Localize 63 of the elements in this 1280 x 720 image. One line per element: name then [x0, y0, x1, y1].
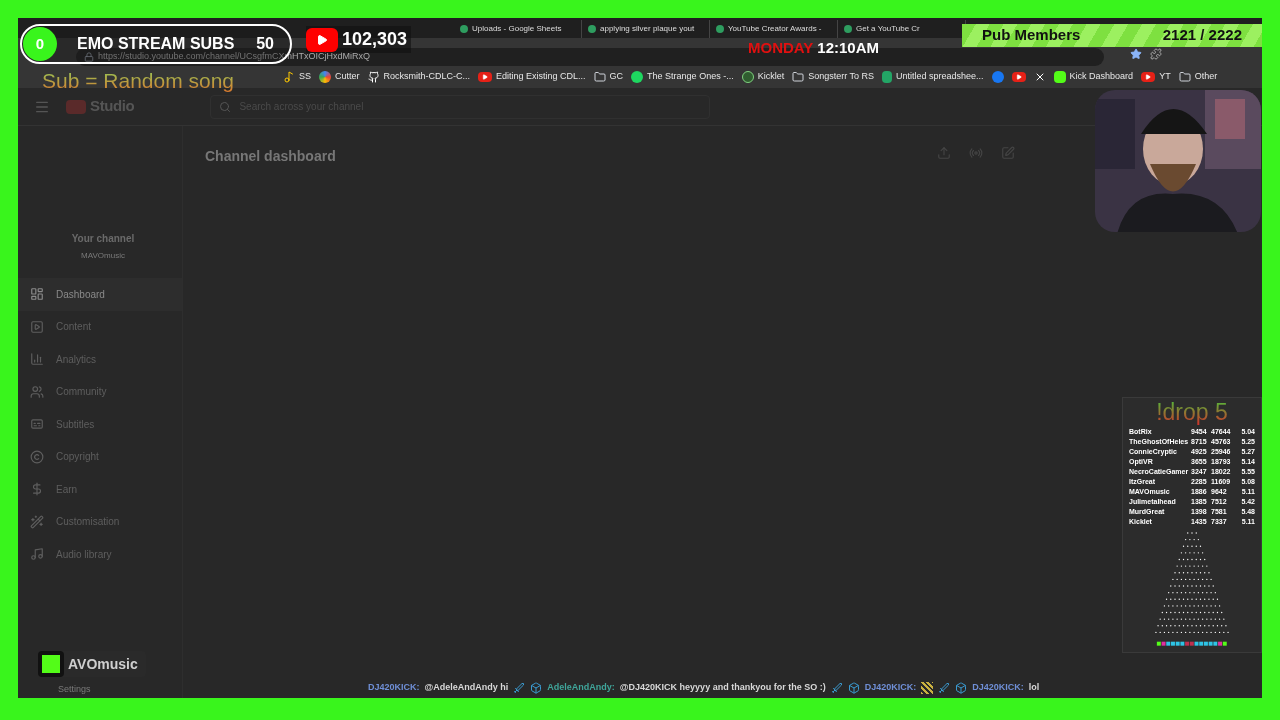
lock-icon	[84, 52, 94, 62]
bookmark[interactable]: Editing Existing CDL...	[478, 70, 586, 84]
kick-icon	[1053, 71, 1066, 83]
sword-icon	[938, 681, 951, 694]
folder-icon	[593, 71, 606, 83]
sword-icon	[830, 681, 843, 694]
bookmark[interactable]: Other	[1178, 70, 1218, 84]
chat-message: lol	[1028, 681, 1040, 694]
play-icon	[478, 72, 493, 82]
customisation-icon	[30, 514, 44, 529]
bookmark[interactable]: The Strange Ones -...	[631, 70, 734, 84]
community-icon	[30, 384, 44, 399]
earn-icon	[30, 482, 44, 497]
members-label: Pub Members	[982, 25, 1081, 46]
analytics-icon	[30, 352, 44, 367]
chat-username: AdeleAndAndy:	[547, 681, 615, 694]
emote-icon	[921, 681, 934, 694]
bookmark[interactable]: Kicklet	[741, 70, 785, 84]
cube-icon	[955, 681, 968, 694]
dots-icon	[319, 71, 331, 83]
subtitles-icon	[30, 417, 44, 432]
channel-name: MAVOmusic	[81, 250, 125, 262]
chat-message: @AdeleAndAndy hi	[424, 681, 509, 694]
sword-icon	[513, 681, 526, 694]
play-icon	[1011, 72, 1026, 82]
broadcast-icon[interactable]	[969, 146, 983, 160]
bookmark[interactable]: Untitled spreadshee...	[882, 70, 984, 84]
youtube-logo-icon	[306, 27, 338, 52]
content-icon	[30, 319, 44, 334]
bookmark[interactable]: Rocksmith-CDLC-C...	[367, 70, 471, 84]
channel-heading: Your channel	[71, 232, 135, 246]
bookmark[interactable]: YT	[1141, 70, 1171, 84]
bookmark[interactable]	[1011, 72, 1026, 82]
youtube-sub-count: 102,303	[342, 28, 408, 51]
chat-message: @DJ420KICK heyyyy and thankyou for the SO :)	[619, 681, 826, 694]
page-title: Channel dashboard	[205, 147, 336, 166]
chat-username: DJ420KICK:	[864, 681, 917, 694]
chat-username: DJ420KICK:	[972, 681, 1024, 694]
bookmark[interactable]: GC	[593, 70, 624, 84]
play-icon	[1141, 72, 1156, 82]
kick-badge-name: AVOmusic	[68, 654, 138, 674]
members-count: 2121 / 2222	[1162, 25, 1242, 46]
sheet-icon	[882, 71, 893, 83]
bookmark[interactable]: SS	[283, 70, 311, 84]
cube-icon	[847, 681, 860, 694]
bookmark[interactable]: Songsterr To RS	[792, 70, 875, 84]
music-note-icon	[283, 71, 295, 83]
settings-item[interactable]: Settings	[58, 682, 182, 696]
folder-icon	[792, 71, 805, 83]
copyright-icon	[30, 449, 44, 464]
dashboard-icon	[30, 287, 44, 302]
bookmark-star-icon[interactable]	[1130, 48, 1142, 60]
chat-username: DJ420KICK:	[368, 681, 420, 694]
audio-icon	[30, 547, 44, 562]
bookmark[interactable]: Kick Dashboard	[1053, 70, 1134, 84]
sidebar-item[interactable]: Dashboard	[18, 278, 182, 311]
cat-icon	[367, 71, 380, 83]
kick-logo-icon	[38, 651, 64, 677]
bookmark[interactable]: Cutter	[319, 70, 360, 84]
extensions-icon[interactable]	[1150, 48, 1162, 60]
cube-icon	[530, 681, 543, 694]
folder-icon	[1178, 71, 1191, 83]
search-icon	[219, 100, 232, 113]
